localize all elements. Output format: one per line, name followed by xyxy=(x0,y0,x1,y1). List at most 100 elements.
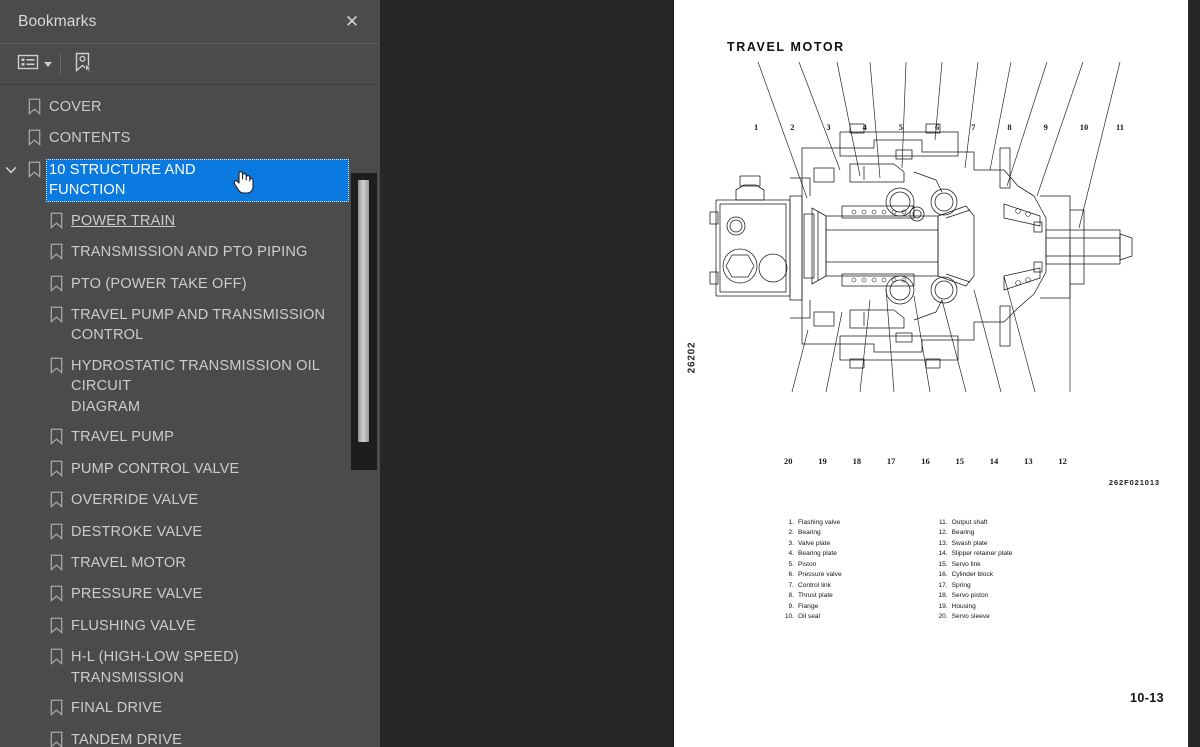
bookmark-item[interactable]: H-L (HIGH-LOW SPEED) TRANSMISSION xyxy=(0,642,379,693)
legend-item: 4. Bearing plate xyxy=(778,549,842,559)
bookmarks-toolbar xyxy=(0,44,379,85)
legend-item-name: Bearing xyxy=(951,529,975,537)
legend-item-name: Servo piston xyxy=(951,592,989,600)
bookmark-icon xyxy=(44,210,68,229)
close-icon[interactable]: ✕ xyxy=(339,9,365,35)
legend-item-number: 6. xyxy=(788,571,795,579)
bookmark-item[interactable]: FLUSHING VALVE xyxy=(0,611,379,642)
bookmark-item[interactable]: CONTENTS xyxy=(0,123,379,154)
twisty-spacer xyxy=(22,210,44,215)
twisty-spacer xyxy=(22,615,44,620)
travel-motor-diagram xyxy=(709,61,1133,393)
callout-number: 15 xyxy=(955,456,965,466)
chevron-down-icon xyxy=(44,61,52,67)
legend-item-number: 19. xyxy=(938,602,948,610)
bookmark-item[interactable]: OVERRIDE VALVE xyxy=(0,485,379,516)
bookmark-item[interactable]: TANDEM DRIVE xyxy=(0,725,379,747)
bookmark-icon xyxy=(44,697,68,717)
bookmark-icon xyxy=(44,615,68,634)
callout-number: 4 xyxy=(862,122,867,132)
bookmark-item[interactable]: PTO (POWER TAKE OFF) xyxy=(0,269,379,300)
callout-number: 7 xyxy=(971,122,976,132)
page-number: 10-13 xyxy=(1130,691,1164,705)
bookmark-item-label: DESTROKE VALVE xyxy=(71,523,203,540)
twisty-spacer xyxy=(22,489,44,494)
bookmark-item[interactable]: 10 STRUCTURE AND FUNCTION xyxy=(0,155,379,206)
bookmark-item-label: CONTENTS xyxy=(49,130,131,147)
legend-item: 6. Pressure valve xyxy=(778,570,842,580)
legend-item-number: 11. xyxy=(938,519,948,526)
list-options-button[interactable] xyxy=(17,50,52,78)
twisty-spacer xyxy=(22,729,44,734)
bookmark-item-label: TANDEM DRIVE xyxy=(71,731,182,747)
bookmark-item[interactable]: DESTROKE VALVE xyxy=(0,517,379,548)
bookmark-icon xyxy=(44,729,68,747)
bookmark-item[interactable]: TRAVEL PUMP xyxy=(0,422,379,453)
legend-item: 16. Cylinder block xyxy=(932,570,1013,580)
legend-item-number: 14. xyxy=(938,550,948,558)
bookmark-list[interactable]: COVER CONTENTS 10 STRUCTURE AND FUNCTION PO… xyxy=(0,85,379,747)
twisty-spacer xyxy=(22,583,44,588)
legend-item-name: Thrust plate xyxy=(798,592,833,600)
bookmark-icon xyxy=(44,646,68,666)
bookmark-item[interactable]: POWER TRAIN xyxy=(0,206,379,237)
legend-item-name: Flashing valve xyxy=(798,519,841,526)
bookmark-icon xyxy=(44,273,68,292)
legend-item-name: Oil seal xyxy=(798,613,820,621)
bookmark-icon xyxy=(22,96,46,115)
legend-item-number: 5. xyxy=(788,560,795,568)
pdf-reader-window: Bookmarks ✕ COVER CONTENTS 10 STRUCTURE … xyxy=(0,0,1200,747)
legend-item-number: 17. xyxy=(938,581,948,589)
bookmark-icon xyxy=(44,355,68,374)
chevron-down-icon[interactable] xyxy=(0,159,22,176)
pdf-page: TRAVEL MOTOR 26202 1 2 3 4 5 6 7 8 9 10 … xyxy=(673,0,1190,747)
legend-item-number: 20. xyxy=(938,613,948,621)
bookmark-scrollbar[interactable] xyxy=(351,173,377,470)
bookmark-item-label: OVERRIDE VALVE xyxy=(71,492,199,509)
legend-item-number: 1. xyxy=(788,519,795,526)
callout-number: 12 xyxy=(1058,456,1067,466)
new-bookmark-button[interactable] xyxy=(72,50,94,78)
parts-legend-right-column: 11. Output shaft 12. Bearing 13. Swash plate 1… xyxy=(932,518,1013,623)
legend-item-name: Housing xyxy=(951,602,976,610)
bookmark-item-label: HYDROSTATIC TRANSMISSION OIL CIRCUIT DIA… xyxy=(71,357,320,415)
bookmark-item-label: PTO (POWER TAKE OFF) xyxy=(71,275,247,292)
callout-number: 13 xyxy=(1024,456,1033,466)
twisty-spacer xyxy=(22,426,44,431)
legend-item-name: Spring xyxy=(951,581,971,589)
legend-item: 10. Oil seal xyxy=(778,612,842,622)
legend-item-name: Bearing plate xyxy=(798,550,837,558)
bookmark-item[interactable]: PRESSURE VALVE xyxy=(0,579,379,610)
callout-number: 16 xyxy=(921,456,930,466)
twisty-spacer xyxy=(22,697,44,702)
bookmark-item[interactable]: TRANSMISSION AND PTO PIPING xyxy=(0,237,379,268)
legend-item-name: Cylinder block xyxy=(951,571,994,579)
bookmark-item-label: TRAVEL PUMP xyxy=(71,429,175,446)
bookmark-item[interactable]: PUMP CONTROL VALVE xyxy=(0,454,379,485)
bookmark-item[interactable]: TRAVEL PUMP AND TRANSMISSION CONTROL xyxy=(0,300,379,351)
bookmark-item-label: PUMP CONTROL VALVE xyxy=(71,460,240,477)
callout-number: 8 xyxy=(1007,122,1012,132)
pdf-viewer[interactable]: TRAVEL MOTOR 26202 1 2 3 4 5 6 7 8 9 10 … xyxy=(380,0,1200,747)
callout-number: 11 xyxy=(1116,122,1125,132)
legend-item: 1. Flashing valve xyxy=(778,518,842,528)
bookmark-icon xyxy=(44,426,68,446)
parts-legend-left-column: 1. Flashing valve 2. Bearing 3. Valve plate 4.… xyxy=(778,518,842,623)
legend-item-number: 9. xyxy=(788,602,795,610)
bookmarks-panel: Bookmarks ✕ COVER CONTENTS 10 STRUCTURE … xyxy=(0,0,389,747)
legend-item: 15. Servo link xyxy=(932,560,1013,570)
legend-item-name: Slipper retainer plate xyxy=(951,550,1013,558)
legend-item: 14. Slipper retainer plate xyxy=(932,549,1013,559)
legend-item: 20. Servo sleeve xyxy=(932,612,1013,622)
scrollbar-thumb[interactable] xyxy=(358,180,369,442)
list-options-icon xyxy=(17,53,39,76)
parts-legend: 1. Flashing valve 2. Bearing 3. Valve plate 4.… xyxy=(778,518,1013,623)
bookmark-icon xyxy=(44,552,68,571)
bookmark-item[interactable]: COVER xyxy=(0,92,379,123)
bookmark-item[interactable]: TRAVEL MOTOR xyxy=(0,548,379,579)
callout-number: 14 xyxy=(989,456,999,466)
legend-item-number: 8. xyxy=(788,592,795,600)
bookmark-item[interactable]: HYDROSTATIC TRANSMISSION OIL CIRCUIT DIA… xyxy=(0,351,379,423)
bookmark-item[interactable]: FINAL DRIVE xyxy=(0,693,379,724)
callout-number: 19 xyxy=(818,456,827,466)
